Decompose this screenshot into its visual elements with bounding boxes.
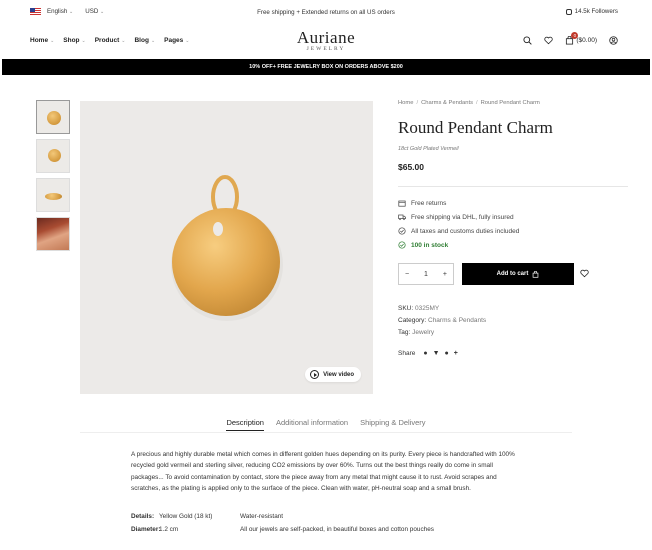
- product-tabs: Description Additional information Shipp…: [0, 418, 652, 431]
- view-video-label: View video: [323, 371, 354, 378]
- category-label: Category:: [398, 317, 427, 324]
- feature-label: All taxes and customs duties included: [411, 227, 520, 235]
- breadcrumb-category[interactable]: Charms & Pendants: [421, 100, 473, 106]
- breadcrumb-current: Round Pendant Charm: [480, 100, 540, 106]
- thumbnail-3[interactable]: [36, 178, 70, 212]
- twitter-icon[interactable]: ▼: [433, 350, 440, 357]
- cart-button[interactable]: 0 ($0.00): [565, 32, 597, 45]
- check-circle-icon: [398, 227, 406, 235]
- feature-free-shipping: Free shipping via DHL, fully insured: [398, 213, 628, 221]
- user-icon[interactable]: [609, 36, 618, 45]
- details-extra: Water-resistant: [240, 513, 284, 520]
- announcement: Free shipping + Extended returns on all …: [257, 9, 395, 16]
- diameter-extra: All our jewels are self-packed, in beaut…: [240, 525, 434, 533]
- play-icon: [310, 370, 320, 379]
- wishlist-heart-icon[interactable]: [580, 269, 589, 280]
- product-price: $65.00: [398, 162, 424, 172]
- diameter-label: Diameter:: [131, 525, 161, 533]
- followers-count: 14.5k Followers: [574, 8, 618, 15]
- quantity-stepper: − 1 +: [398, 263, 454, 285]
- share-label: Share: [398, 350, 416, 357]
- minus-button[interactable]: −: [405, 271, 409, 278]
- breadcrumb: Home / Charms & Pendants / Round Pendant Cha…: [398, 100, 540, 106]
- check-circle-icon: [398, 241, 406, 249]
- stock-label: 100 in stock: [411, 241, 449, 249]
- sku-row: SKU: 0325MY: [398, 303, 486, 315]
- details-value: Yellow Gold (18 kt): [159, 513, 213, 520]
- plus-button[interactable]: +: [443, 271, 447, 278]
- tag-link[interactable]: Jewelry: [412, 329, 434, 336]
- add-to-cart-label: Add to cart: [496, 271, 529, 277]
- sku-label: SKU:: [398, 305, 414, 312]
- category-link[interactable]: Charms & Pendants: [428, 317, 486, 324]
- main-header: Home ⌄ Shop ⌄ Product ⌄ Blog ⌄ Pages ⌄ Aurian…: [0, 26, 652, 58]
- view-video-button[interactable]: View video: [305, 367, 361, 382]
- share-row: Share ● ▼ ● +: [398, 350, 458, 357]
- diameter-row: Diameter: 1.2 cm All our jewels are self…: [131, 524, 434, 537]
- details-table: Details: Yellow Gold (18 kt) Water-resis…: [131, 511, 434, 536]
- instagram-followers-link[interactable]: 14.5k Followers: [565, 8, 618, 15]
- description-text: A precious and highly durable metal whic…: [131, 451, 515, 493]
- product-title: Round Pendant Charm: [398, 118, 553, 137]
- pendant-image: [171, 175, 283, 321]
- main-product-image[interactable]: View video: [80, 101, 373, 394]
- facebook-icon[interactable]: ●: [423, 350, 427, 357]
- feature-taxes: All taxes and customs duties included: [398, 227, 628, 235]
- thumbnail-4[interactable]: [36, 217, 70, 251]
- tab-additional-information[interactable]: Additional information: [276, 418, 348, 431]
- search-icon[interactable]: [523, 36, 533, 45]
- pinterest-icon[interactable]: ●: [445, 350, 449, 357]
- tag-label: Tag:: [398, 329, 411, 336]
- thumbnail-gallery: [36, 100, 72, 256]
- cart-total: ($0.00): [576, 37, 597, 44]
- details-label: Details:: [131, 513, 155, 520]
- truck-icon: [398, 214, 406, 221]
- quantity-value[interactable]: 1: [424, 271, 428, 278]
- stock-status: 100 in stock: [398, 241, 628, 249]
- tab-divider: [80, 432, 572, 433]
- add-to-cart-button[interactable]: Add to cart: [462, 263, 574, 285]
- bag-icon: [533, 270, 539, 278]
- details-row: Details: Yellow Gold (18 kt) Water-resis…: [131, 511, 434, 524]
- tag-row: Tag: Jewelry: [398, 327, 486, 339]
- top-bar: English ⌄ USD ⌄ Free shipping + Extended…: [0, 0, 652, 26]
- product-subtitle: 18ct Gold Plated Vermeil: [398, 146, 459, 152]
- sku-value: 0325MY: [414, 305, 440, 312]
- thumbnail-1[interactable]: [36, 100, 70, 134]
- feature-free-returns: Free returns: [398, 199, 628, 207]
- product-meta: SKU: 0325MY Category: Charms & Pendants …: [398, 303, 486, 339]
- divider: [398, 186, 628, 187]
- box-icon: [398, 200, 406, 207]
- category-row: Category: Charms & Pendants: [398, 315, 486, 327]
- promo-banner[interactable]: 10% OFF+ FREE JEWELRY BOX ON ORDERS ABOV…: [2, 59, 650, 75]
- product-info: Home / Charms & Pendants / Round Pendant Cha…: [398, 100, 628, 249]
- buy-row: − 1 + Add to cart: [398, 263, 589, 285]
- heart-icon[interactable]: [544, 36, 554, 45]
- thumbnail-2[interactable]: [36, 139, 70, 173]
- logo-sub: JEWELRY: [306, 46, 346, 52]
- tab-shipping-delivery[interactable]: Shipping & Delivery: [360, 418, 425, 431]
- diameter-value: 1.2 cm: [159, 525, 179, 533]
- feature-label: Free shipping via DHL, fully insured: [411, 213, 514, 221]
- tab-description[interactable]: Description: [226, 418, 264, 431]
- breadcrumb-home[interactable]: Home: [398, 100, 413, 106]
- instagram-icon: [565, 8, 572, 15]
- feature-label: Free returns: [411, 199, 447, 207]
- plus-icon[interactable]: +: [454, 350, 458, 357]
